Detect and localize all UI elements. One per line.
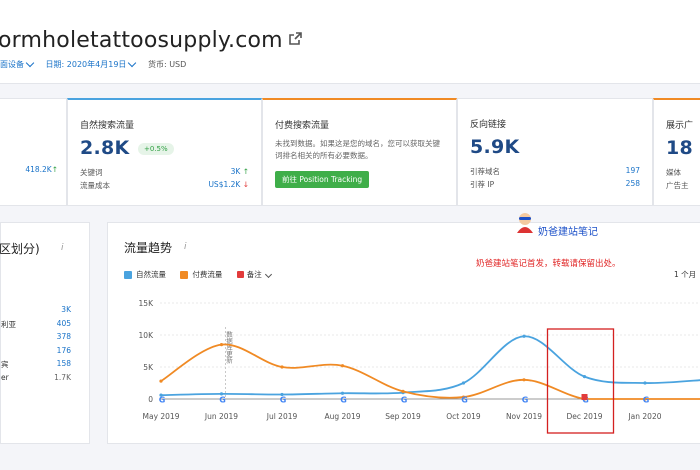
country-row-value[interactable]: 405 bbox=[57, 319, 71, 328]
paid-point bbox=[522, 378, 526, 382]
currency-label: 货币: USD bbox=[147, 60, 187, 69]
backlinks-value[interactable]: 5.9K bbox=[470, 136, 520, 158]
x-tick-label: Dec 2019 bbox=[567, 412, 603, 421]
google-update-icon: G bbox=[340, 396, 347, 405]
x-tick-label: Aug 2019 bbox=[324, 412, 360, 421]
x-tick-label: Jul 2019 bbox=[266, 412, 298, 421]
filter-row: 面设备 日期: 2020年4月19日 货币: USD bbox=[0, 58, 187, 70]
database-update-label: 数据库更新 bbox=[225, 330, 233, 365]
organic-value[interactable]: 2.8K bbox=[80, 137, 130, 159]
x-tick-label: Nov 2019 bbox=[506, 412, 542, 421]
google-update-icon: G bbox=[159, 396, 166, 405]
paid-description: 未找到数据。如果这是您的域名，您可以获取关键词排名相关的所有必要数据。 bbox=[275, 139, 440, 160]
organic-title: 自然搜索流量 bbox=[80, 121, 135, 131]
organic-point bbox=[461, 381, 466, 385]
card-display-ads: 展示广 18 媒体 广告主 bbox=[653, 98, 700, 206]
x-tick-label: Oct 2019 bbox=[446, 412, 481, 421]
organic-traffic-line bbox=[160, 335, 700, 397]
organic-point bbox=[522, 334, 526, 338]
header-bar: ormholetattoosupply.com 面设备 日期: 2020年4月1… bbox=[0, 0, 700, 84]
device-select[interactable]: 面设备 bbox=[0, 60, 24, 69]
traffic-cost-value[interactable]: US$1.2K ↓ bbox=[208, 180, 249, 189]
partial-value: 418.2K↑ bbox=[25, 165, 58, 174]
card-paid: 付费搜索流量 未找到数据。如果这是您的域名，您可以获取关键词排名相关的所有必要数… bbox=[262, 98, 457, 206]
organic-change-badge: +0.5% bbox=[138, 143, 174, 155]
google-update-icon: G bbox=[643, 396, 650, 405]
media-label: 媒体 bbox=[666, 168, 681, 177]
ref-domains-label: 引荐域名 bbox=[470, 167, 500, 176]
organic-point bbox=[582, 375, 587, 379]
paid-point bbox=[401, 389, 405, 393]
domain-title: ormholetattoosupply.com bbox=[0, 28, 302, 53]
paid-point bbox=[280, 365, 284, 369]
traffic-cost-label: 流量成本 bbox=[80, 181, 110, 190]
country-row-value[interactable]: 1.7K bbox=[54, 373, 71, 382]
google-update-icon: G bbox=[522, 396, 529, 405]
country-row-name: 宾 bbox=[1, 360, 9, 369]
google-update-icon: G bbox=[219, 396, 226, 405]
country-row-name: 利亚 bbox=[1, 319, 16, 329]
card-backlinks: 反向链接 5.9K 引荐域名 197 引荐 IP 258 bbox=[457, 98, 653, 206]
position-tracking-button[interactable]: 前往 Position Tracking bbox=[275, 171, 370, 188]
display-title: 展示广 bbox=[666, 121, 694, 131]
external-link-icon[interactable] bbox=[288, 32, 302, 45]
summary-cards: 418.2K↑ 自然搜索流量 2.8K +0.5% 关键词 3K ↑ 流量成本 … bbox=[0, 98, 700, 206]
paid-title: 付费搜索流量 bbox=[275, 121, 330, 131]
domain-text: ormholetattoosupply.com bbox=[0, 28, 283, 53]
y-tick-label: 5K bbox=[143, 363, 154, 372]
keywords-value[interactable]: 3K ↑ bbox=[231, 167, 249, 176]
google-update-icon: G bbox=[461, 396, 468, 405]
y-tick-label: 0 bbox=[148, 395, 153, 404]
display-value[interactable]: 18 bbox=[666, 137, 693, 159]
organic-point bbox=[643, 381, 647, 385]
country-row-value[interactable]: 3K bbox=[61, 305, 71, 314]
date-select[interactable]: 日期: 2020年4月19日 bbox=[46, 60, 127, 69]
x-tick-label: May 2019 bbox=[143, 412, 180, 421]
country-panel-title: 区划分) bbox=[0, 242, 40, 256]
card-partial: 418.2K↑ bbox=[0, 98, 67, 206]
info-icon[interactable]: i bbox=[61, 243, 64, 253]
country-row-name: er bbox=[1, 372, 9, 382]
chevron-down-icon bbox=[25, 58, 35, 68]
country-row-value[interactable]: 158 bbox=[57, 359, 71, 368]
country-panel: 区划分) i 3K 利亚 405 378 176 宾 158 er 1.7K bbox=[0, 222, 90, 444]
note-flag-icon bbox=[581, 394, 588, 400]
paid-point bbox=[340, 364, 345, 368]
google-update-icon: G bbox=[280, 396, 287, 405]
advertisers-label: 广告主 bbox=[666, 181, 689, 190]
y-tick-label: 15K bbox=[139, 299, 155, 308]
ref-domains-value[interactable]: 197 bbox=[626, 166, 640, 175]
card-organic[interactable]: 自然搜索流量 2.8K +0.5% 关键词 3K ↑ 流量成本 US$1.2K … bbox=[67, 98, 262, 206]
traffic-trend-chart: 0 5K 10K 15K May 2019 Jun 2019 Jul 2019 Aug 201… bbox=[139, 299, 700, 434]
country-row-value[interactable]: 176 bbox=[57, 346, 71, 355]
ref-ips-label: 引荐 IP bbox=[470, 180, 495, 189]
chevron-down-icon bbox=[128, 58, 137, 68]
traffic-trend-panel: 流量趋势 i 自然流量 付费流量 备注 1 个月 奶爸建站笔记 奶爸建站笔记首发… bbox=[107, 213, 700, 444]
x-tick-label: Sep 2019 bbox=[385, 412, 421, 421]
organic-point bbox=[340, 391, 345, 395]
page: ormholetattoosupply.com 面设备 日期: 2020年4月1… bbox=[0, 0, 700, 470]
keywords-label: 关键词 bbox=[80, 168, 103, 177]
x-tick-label: Jun 2019 bbox=[204, 412, 238, 421]
x-tick-label: Jan 2020 bbox=[627, 412, 661, 421]
ref-ips-value[interactable]: 258 bbox=[626, 179, 640, 188]
google-update-icon: G bbox=[401, 396, 408, 405]
backlinks-title: 反向链接 bbox=[470, 120, 507, 130]
y-tick-label: 10K bbox=[139, 331, 155, 340]
paid-point bbox=[219, 343, 224, 347]
country-row-value[interactable]: 378 bbox=[57, 332, 71, 341]
paid-point bbox=[159, 379, 163, 383]
